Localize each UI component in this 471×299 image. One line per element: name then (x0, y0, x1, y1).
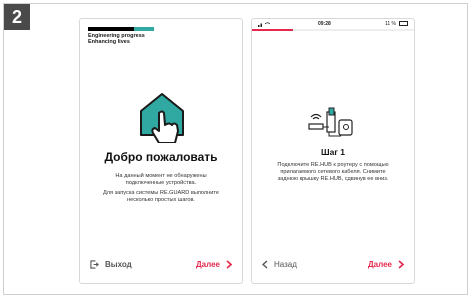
home-touch-icon (140, 93, 184, 143)
exit-icon (90, 260, 99, 269)
back-button[interactable]: Назад (262, 260, 297, 269)
setup-progress-bar (252, 29, 414, 31)
step-one-screen: 09:28 11 % Шаг 1 Подключите RE.HUB к роу… (251, 18, 415, 284)
step-title: Шаг 1 (321, 147, 345, 157)
hub-router-illustration-icon (308, 107, 353, 137)
chevron-right-icon (226, 260, 232, 269)
signal-icon (258, 22, 270, 27)
setup-line-1: Для запуска системы RE.GUARD выполните (102, 190, 220, 196)
exit-button[interactable]: Выход (90, 260, 132, 269)
no-devices-line-2: подключенные устройства. (125, 180, 197, 186)
chevron-right-icon (398, 260, 404, 269)
exit-label: Выход (105, 260, 132, 269)
status-time: 09:28 (318, 21, 331, 27)
no-devices-line-1: На данный момент не обнаружены (115, 173, 207, 179)
step-instruction-line-1: Подключите RE.HUB к роутеру с помощью (277, 162, 389, 168)
brand-tagline-2: Enhancing lives (88, 39, 130, 45)
welcome-screen: Engineering progress Enhancing lives Доб… (79, 18, 243, 284)
step-instruction-line-3: заднюю крышку RE.HUB, сдвинув ее вниз. (277, 176, 389, 182)
chevron-left-icon (262, 260, 268, 269)
step-number-badge: 2 (4, 4, 30, 30)
next-label: Далее (195, 260, 220, 269)
setup-progress-fill (252, 29, 293, 31)
battery-icon (399, 21, 408, 26)
setup-line-2: несколько простых шагов. (127, 197, 195, 203)
welcome-title: Добро пожаловать (104, 150, 218, 164)
next-button[interactable]: Далее (368, 260, 404, 269)
status-bar: 09:28 11 % (252, 19, 414, 29)
back-label: Назад (274, 260, 297, 269)
battery-percent: 11 % (384, 21, 396, 27)
instruction-frame: 2 Engineering progress Enhancing lives Д… (3, 3, 468, 295)
step-instruction-line-2: прилагаемого сетевого кабеля. Снимите (280, 169, 386, 175)
next-button[interactable]: Далее (196, 260, 232, 269)
next-label: Далее (367, 260, 392, 269)
brand-logo-bar (88, 27, 154, 31)
